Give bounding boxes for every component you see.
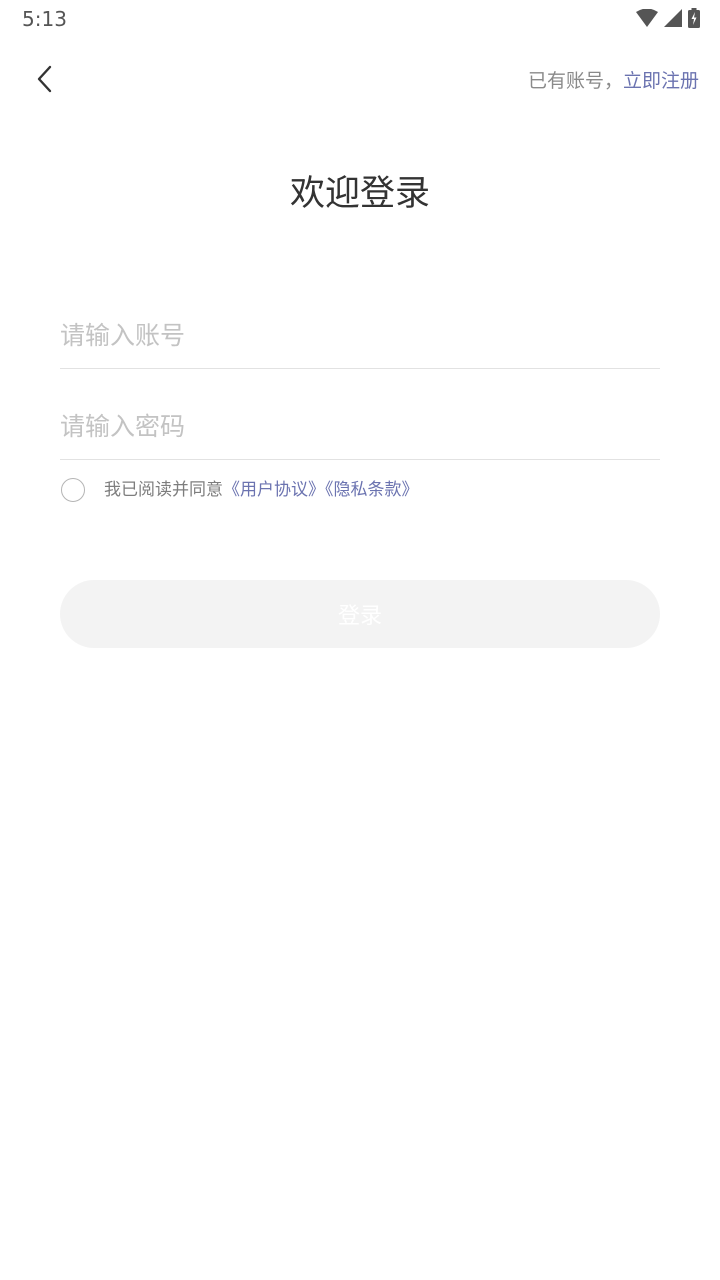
chevron-left-icon: [37, 65, 53, 97]
account-input[interactable]: [60, 298, 660, 370]
register-prompt: 已有账号，立即注册: [528, 67, 699, 95]
status-bar: 5:13: [0, 0, 720, 38]
status-icons: [636, 8, 700, 28]
agreement-text: 我已阅读并同意《用户协议》《隐私条款》: [104, 476, 419, 504]
account-field: [60, 298, 660, 370]
password-field: [60, 389, 660, 461]
user-agreement-link[interactable]: 《用户协议》: [223, 480, 325, 500]
privacy-policy-link[interactable]: 《隐私条款》: [325, 480, 419, 500]
account-hint-text: 已有账号，: [527, 70, 623, 92]
cell-signal-icon: [664, 9, 682, 27]
status-time: 5:13: [22, 7, 67, 31]
page-title: 欢迎登录: [289, 174, 430, 214]
wifi-icon: [636, 9, 658, 27]
agreement-prefix: 我已阅读并同意: [104, 480, 223, 500]
register-link[interactable]: 立即注册: [623, 70, 699, 92]
agreement-checkbox[interactable]: [61, 478, 85, 502]
password-input[interactable]: [60, 389, 660, 461]
agreement-row: 我已阅读并同意《用户协议》《隐私条款》: [61, 476, 419, 504]
back-button[interactable]: [22, 58, 68, 104]
battery-charging-icon: [688, 8, 700, 28]
login-button[interactable]: 登录: [60, 580, 660, 648]
